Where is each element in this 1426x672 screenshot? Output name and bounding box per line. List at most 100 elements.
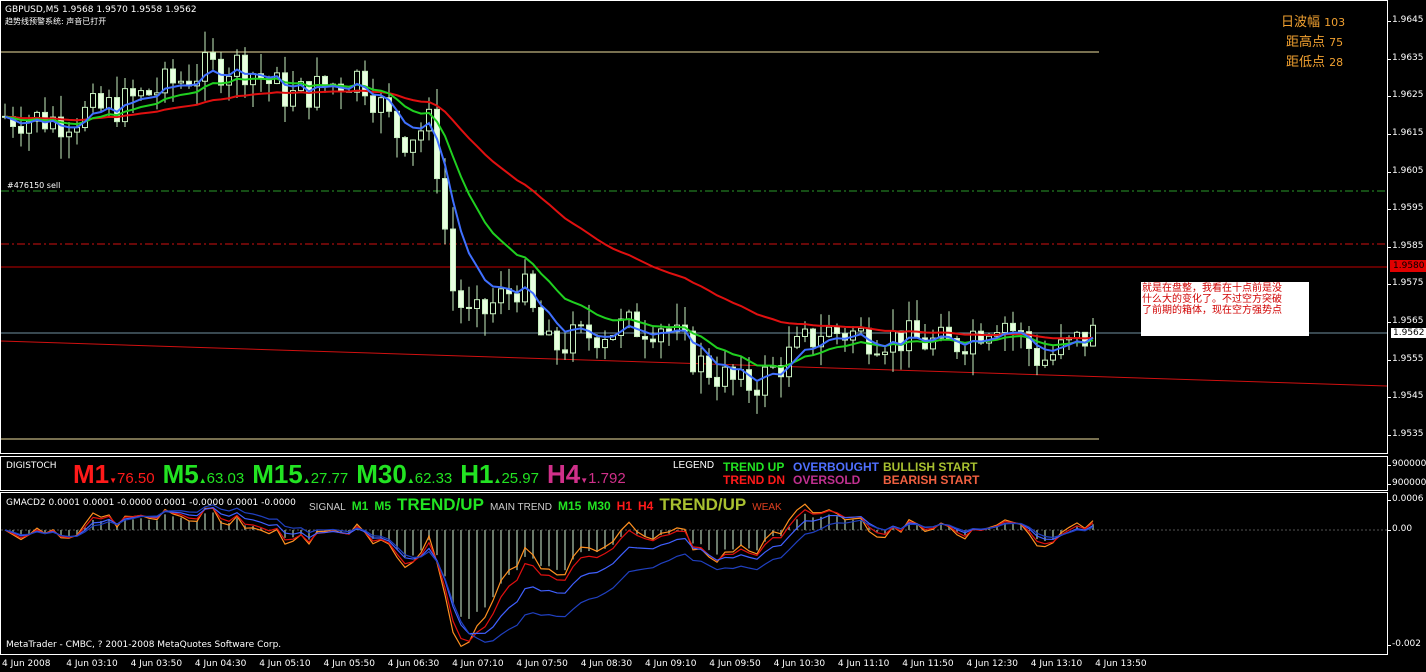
- legend-trend-dn: TREND DN: [723, 473, 785, 487]
- candle-bear: [554, 330, 560, 351]
- candle-bull: [66, 131, 72, 138]
- time-tick: 4 Jun 11:50: [902, 659, 954, 669]
- candle-bear: [594, 337, 600, 349]
- price-tick: 1.9565: [1388, 316, 1424, 327]
- price-tick: 1.9635: [1388, 52, 1424, 63]
- order-label: #476150 sell: [7, 181, 61, 190]
- candle-bull: [1074, 331, 1080, 339]
- gmacd-plot: [1, 503, 1387, 648]
- candle-bull: [658, 328, 664, 343]
- legend-bearish-start: BEARISH START: [883, 473, 980, 487]
- candle-bear: [170, 68, 176, 84]
- candle-bull: [138, 90, 144, 97]
- digistoch-panel[interactable]: DIGISTOCH M1▼76.50 M5▲63.03 M15▲27.77 M30▲6…: [0, 456, 1388, 491]
- weak-label: WEAK: [752, 502, 782, 513]
- candle-bear: [282, 72, 288, 107]
- price-marker-alert: 1.9580: [1390, 259, 1426, 272]
- time-tick: 4 Jun 07:50: [516, 659, 568, 669]
- candle-bull: [786, 346, 792, 378]
- candle-bear: [690, 330, 696, 373]
- candle-bear: [538, 307, 544, 336]
- candle-bear: [98, 93, 104, 109]
- price-tick: 1.9585: [1388, 240, 1424, 251]
- candle-bull: [546, 330, 552, 336]
- note-line: 了前期的箱体，现在空方强势点: [1142, 305, 1282, 316]
- gmacd-panel[interactable]: GMACD2 0.0001 0.0001 -0.0000 0.0001 -0.0…: [0, 492, 1388, 655]
- note-line: 就是在盘整，我看在十点前是没: [1142, 283, 1282, 294]
- stat-label: 距低点: [1286, 55, 1326, 70]
- price-tick: 1.9555: [1388, 353, 1424, 364]
- arrow-icon: ▲: [302, 476, 311, 485]
- candle-bear: [394, 110, 400, 139]
- price-chart[interactable]: GBPUSD,M5 1.9568 1.9570 1.9558 1.9562 趋势…: [0, 0, 1388, 454]
- signal-label: SIGNAL: [309, 502, 346, 513]
- candle-bear: [146, 90, 152, 96]
- stoch-value: 63.03: [206, 470, 245, 487]
- legend-oversold: OVERSOLD: [793, 473, 861, 487]
- arrow-icon: ▲: [406, 476, 415, 485]
- price-tick: 1.9535: [1388, 428, 1424, 439]
- tf-label: H4: [547, 459, 581, 489]
- price-tick: 1.9595: [1388, 203, 1424, 214]
- gmacd-axis: 0.0006 0.00 -0.002: [1387, 492, 1426, 655]
- candle-bear: [1010, 322, 1016, 332]
- candle-bull: [802, 328, 808, 337]
- price-tick: 1.9605: [1388, 165, 1424, 176]
- stat-value: 28: [1329, 56, 1344, 69]
- candle-bear: [578, 324, 584, 327]
- price-tick: 1.9625: [1388, 90, 1424, 101]
- ma-red: [4, 89, 1094, 340]
- price-marker-current: 1.9562: [1390, 327, 1426, 340]
- digistoch-title: DIGISTOCH: [6, 461, 57, 471]
- candle-bear: [834, 326, 840, 335]
- time-tick: 4 Jun 08:30: [580, 659, 633, 669]
- status-line: 趋势线预警系统: 声音已打开: [5, 17, 107, 26]
- stoch-item-m5: M5▲63.03: [163, 459, 245, 490]
- candle-bear: [370, 95, 376, 113]
- axis-tick: 0.0006: [1388, 494, 1424, 504]
- stoch-value: 1.792: [588, 470, 626, 487]
- trend-h1: H1: [616, 499, 633, 513]
- trend-h4: H4: [638, 499, 654, 513]
- price-tick: 1.9575: [1388, 278, 1424, 289]
- candle-bear: [650, 338, 656, 343]
- time-tick: 4 Jun 2008: [2, 659, 51, 669]
- candle-bull: [626, 311, 632, 320]
- candle-bull: [354, 70, 360, 93]
- time-tick: 4 Jun 04:30: [194, 659, 247, 669]
- candle-bull: [1002, 322, 1008, 334]
- axis-tick: 9000000: [1387, 459, 1426, 469]
- axis-tick: -0.002: [1387, 639, 1422, 649]
- price-tick: 1.9645: [1388, 15, 1424, 25]
- price-axis[interactable]: 1.9645 1.9635 1.9625 1.9615 1.9605 1.9595 1.95…: [1388, 0, 1426, 454]
- time-tick: 4 Jun 05:50: [323, 659, 375, 669]
- gmacd-title: GMACD2 0.0001 0.0001 -0.0000 0.0001 -0.0…: [6, 498, 296, 508]
- time-tick: 4 Jun 06:30: [387, 659, 440, 669]
- time-tick: 4 Jun 13:50: [1095, 659, 1147, 669]
- candle-bear: [218, 58, 224, 86]
- stoch-value: 25.97: [501, 470, 539, 487]
- signal-trend: TREND/UP: [397, 495, 484, 514]
- tf-label: M5: [162, 459, 199, 489]
- candle-bull: [418, 130, 424, 141]
- stoch-item-m15: M15▲27.77: [252, 459, 348, 490]
- stoch-item-h4: H4▼1.792: [547, 459, 626, 490]
- signal-m1: M1: [351, 499, 369, 513]
- text-note[interactable]: 就是在盘整，我看在十点前是没 什么大的变化了。不过空方突破 了前期的箱体，现在空…: [1141, 282, 1309, 336]
- candle-bull: [1090, 324, 1096, 347]
- candle-bear: [442, 178, 448, 230]
- gmacd-signal-bar: SIGNAL M1 M5 TREND/UP MAIN TREND M15 M30…: [309, 495, 782, 515]
- macd-signal: [4, 504, 1094, 643]
- candle-bear: [402, 137, 408, 153]
- time-tick: 4 Jun 10:30: [773, 659, 826, 669]
- copyright: MetaTrader - CMBC, ? 2001-2008 MetaQuote…: [6, 640, 282, 650]
- arrow-icon: ▼: [580, 476, 589, 485]
- trend-m15: M15: [557, 499, 582, 513]
- main-trend-value: TREND/UP: [659, 495, 747, 514]
- legend-bullish-start: BULLISH START: [883, 460, 978, 474]
- candle-bear: [962, 351, 968, 355]
- candle-bear: [642, 336, 648, 340]
- stoch-value: 76.50: [117, 470, 155, 487]
- candle-bear: [706, 355, 712, 378]
- candle-bull: [82, 106, 88, 129]
